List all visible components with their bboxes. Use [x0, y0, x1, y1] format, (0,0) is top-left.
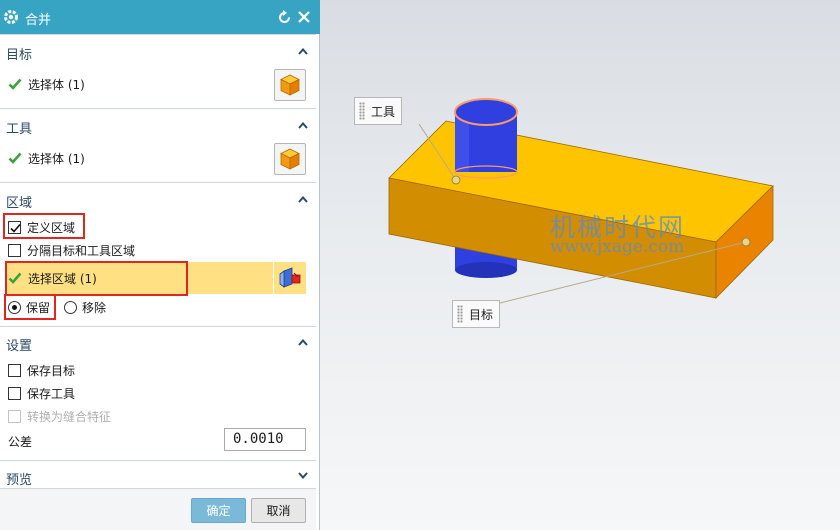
- remove-label: 移除: [82, 300, 107, 315]
- drag-grip-icon[interactable]: [359, 102, 365, 120]
- tool-callout[interactable]: 工具: [354, 97, 403, 125]
- checkbox-unchecked[interactable]: [8, 386, 21, 400]
- cancel-button[interactable]: 取消: [251, 498, 306, 523]
- select-body-button[interactable]: [274, 143, 306, 175]
- convert-seam-label: 转换为缝合特征: [27, 409, 112, 424]
- chevron-down-icon[interactable]: [297, 469, 309, 481]
- solid-body-icon: [280, 74, 300, 96]
- region-section-header[interactable]: 区域: [6, 192, 32, 211]
- reset-icon[interactable]: [277, 10, 292, 25]
- target-select-row[interactable]: 选择体 (1): [8, 74, 85, 94]
- tool-section-header[interactable]: 工具: [6, 118, 32, 137]
- region-select-icon: [279, 267, 301, 288]
- annotation-highlight-box: [3, 213, 85, 239]
- close-icon[interactable]: [297, 10, 311, 24]
- tolerance-input[interactable]: 0.0010: [224, 428, 306, 451]
- target-callout[interactable]: 目标: [452, 300, 501, 328]
- separate-region-label: 分隔目标和工具区域: [27, 243, 136, 258]
- ok-button[interactable]: 确定: [191, 498, 246, 523]
- radio-unselected[interactable]: [64, 300, 77, 314]
- graphics-viewport[interactable]: 机械时代网 www.jxage.com 工具 目标: [321, 0, 840, 530]
- select-region-button[interactable]: [273, 262, 306, 294]
- preview-section-header[interactable]: 预览: [6, 469, 32, 488]
- target-select-label: 选择体 (1): [28, 77, 85, 92]
- chevron-up-icon[interactable]: [297, 120, 309, 132]
- remove-radio[interactable]: 移除: [64, 297, 106, 317]
- dialog-titlebar: 合并: [0, 0, 320, 34]
- convert-seam-checkbox: 转换为缝合特征: [8, 406, 111, 426]
- settings-section-header[interactable]: 设置: [6, 335, 32, 354]
- keep-target-checkbox[interactable]: 保存目标: [8, 360, 75, 380]
- chevron-up-icon[interactable]: [297, 194, 309, 206]
- dialog-title: 合并: [25, 13, 52, 28]
- select-body-button[interactable]: [274, 69, 306, 101]
- watermark-url: www.jxage.com: [550, 237, 685, 257]
- solid-body-icon: [280, 148, 300, 170]
- keep-tool-checkbox[interactable]: 保存工具: [8, 383, 75, 403]
- separate-region-checkbox[interactable]: 分隔目标和工具区域: [8, 240, 135, 260]
- target-callout-label: 目标: [469, 307, 494, 322]
- target-section: 目标 选择体 (1): [0, 34, 316, 108]
- check-icon: [8, 78, 22, 90]
- target-anchor-point: [741, 237, 751, 247]
- checkbox-disabled: [8, 409, 21, 423]
- cylinder-top-face[interactable]: [454, 98, 518, 126]
- tool-anchor-point: [451, 175, 461, 185]
- chevron-up-icon[interactable]: [297, 337, 309, 349]
- tool-select-row[interactable]: 选择体 (1): [8, 148, 85, 168]
- keep-tool-label: 保存工具: [27, 386, 76, 401]
- checkbox-unchecked[interactable]: [8, 243, 21, 257]
- tool-callout-label: 工具: [371, 104, 396, 119]
- chevron-up-icon[interactable]: [297, 46, 309, 58]
- drag-grip-icon[interactable]: [457, 305, 463, 323]
- tolerance-label: 公差: [8, 435, 33, 449]
- gear-icon[interactable]: [2, 8, 20, 26]
- annotation-highlight-box: [4, 294, 56, 320]
- checkbox-unchecked[interactable]: [8, 363, 21, 377]
- merge-dialog: 合并 目标 选择体 (1) 工具 选择体 (1) 区域 定义区域 分隔目标和工具…: [0, 0, 320, 530]
- cylinder-bottom-base: [455, 262, 517, 278]
- preview-section: 预览: [0, 460, 316, 488]
- check-icon: [8, 152, 22, 164]
- tool-section: 工具 选择体 (1): [0, 108, 316, 182]
- keep-target-label: 保存目标: [27, 363, 76, 378]
- annotation-highlight-box: [5, 261, 188, 296]
- target-section-header[interactable]: 目标: [6, 44, 32, 63]
- tool-select-label: 选择体 (1): [28, 151, 85, 166]
- model-drawing[interactable]: [321, 0, 840, 530]
